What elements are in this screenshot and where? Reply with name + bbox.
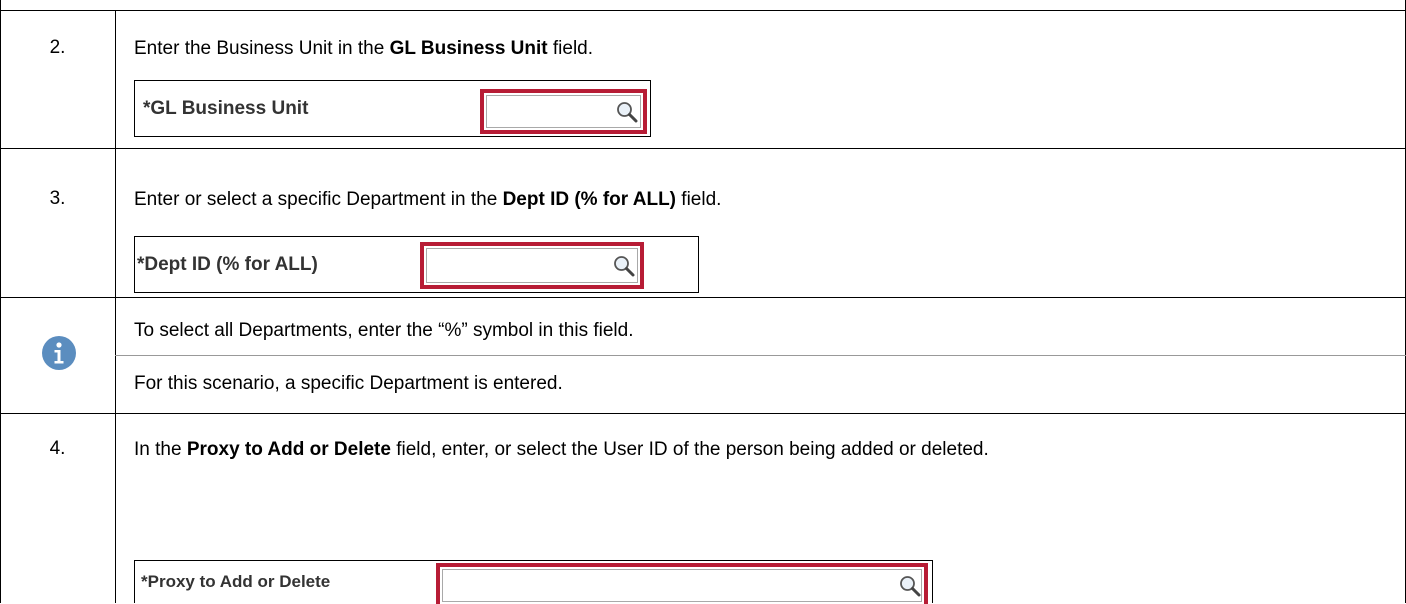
instruction-text: field. [547, 38, 594, 59]
instruction-text: Enter or select a specific Department in… [134, 189, 503, 210]
magnifier-icon[interactable] [612, 254, 636, 278]
instruction-text: field, enter, or select the User ID of t… [390, 439, 989, 460]
step-number: 2. [49, 37, 66, 58]
instruction-field-name: Dept ID (% for ALL) [502, 189, 677, 210]
table-row-divider [0, 10, 1406, 11]
field-label: *Dept ID (% for ALL) [137, 253, 318, 275]
magnifier-icon[interactable] [898, 574, 922, 598]
dept-id-input[interactable] [420, 242, 644, 289]
input-box [426, 248, 638, 283]
input-box [442, 569, 922, 602]
gl-business-unit-snippet: *GL Business Unit [134, 80, 651, 137]
info-icon [42, 336, 76, 370]
gl-business-unit-input[interactable] [480, 89, 647, 134]
magnifier-icon[interactable] [615, 100, 639, 124]
instruction-text: Enter the Business Unit in the [134, 38, 390, 59]
info-note-divider [115, 355, 1406, 356]
instruction-field-name: GL Business Unit [389, 38, 548, 59]
table-column-divider [115, 10, 116, 603]
table-border-left [0, 0, 1, 603]
step-number: 3. [49, 188, 66, 209]
info-note-line: To select all Departments, enter the “%”… [134, 320, 634, 341]
table-row-divider [0, 413, 1406, 414]
step-instruction: Enter the Business Unit in the GL Busine… [134, 37, 593, 61]
field-label: *Proxy to Add or Delete [141, 572, 331, 591]
step-instruction: In the Proxy to Add or Delete field, ent… [134, 438, 1354, 462]
instruction-text: field. [676, 189, 722, 210]
step-instruction: Enter or select a specific Department in… [134, 188, 721, 212]
proxy-snippet: *Proxy to Add or Delete [134, 560, 933, 604]
dept-id-snippet: *Dept ID (% for ALL) [134, 236, 699, 293]
field-label: *GL Business Unit [143, 97, 309, 119]
instruction-field-name: Proxy to Add or Delete [186, 439, 391, 460]
proxy-input[interactable] [436, 563, 928, 604]
instruction-text: In the [134, 439, 187, 460]
table-row-divider [0, 297, 1406, 298]
step-number: 4. [49, 438, 66, 459]
info-note-line: For this scenario, a specific Department… [134, 373, 563, 394]
table-row-divider [0, 148, 1406, 149]
